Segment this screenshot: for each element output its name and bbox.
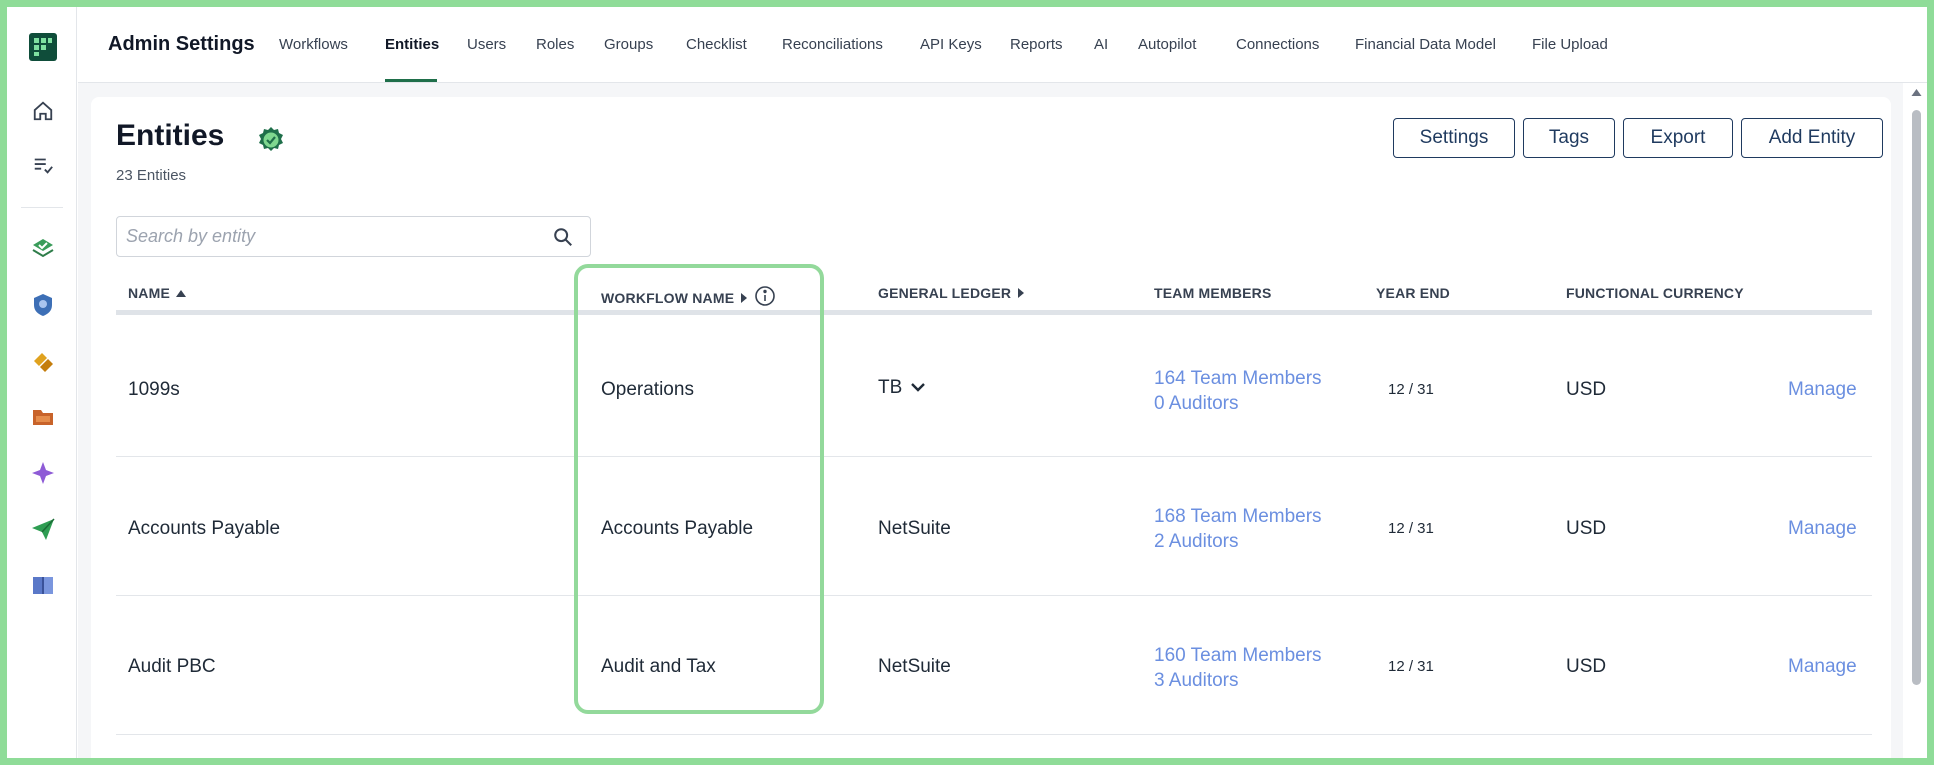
home-icon[interactable] xyxy=(29,97,57,125)
tab-file-upload[interactable]: File Upload xyxy=(1532,36,1608,53)
add-entity-button[interactable]: Add Entity xyxy=(1741,118,1883,158)
book-icon[interactable] xyxy=(29,571,57,599)
auditors-count[interactable]: 0 Auditors xyxy=(1154,391,1322,416)
checklist-icon[interactable] xyxy=(29,151,57,179)
team-members-link[interactable]: 168 Team Members 2 Auditors xyxy=(1154,504,1322,554)
column-header-label: TEAM MEMBERS xyxy=(1154,285,1272,301)
tab-groups[interactable]: Groups xyxy=(604,36,653,53)
tab-autopilot[interactable]: Autopilot xyxy=(1138,36,1196,53)
entity-name: 1099s xyxy=(128,379,180,400)
entity-name: Accounts Payable xyxy=(128,518,281,539)
tab-users[interactable]: Users xyxy=(467,36,506,53)
table-header-divider xyxy=(116,310,1872,315)
team-members-link[interactable]: 160 Team Members 3 Auditors xyxy=(1154,643,1322,693)
column-header-workflow-name[interactable]: WORKFLOW NAME xyxy=(601,285,776,310)
column-header-year-end: YEAR END xyxy=(1376,285,1450,301)
left-sidebar xyxy=(7,7,77,758)
page-title: Entities xyxy=(116,119,225,152)
info-icon[interactable] xyxy=(754,285,776,310)
manage-link[interactable]: Manage xyxy=(1788,379,1857,401)
tab-reconciliations[interactable]: Reconciliations xyxy=(782,36,883,53)
currency-value: USD xyxy=(1566,656,1607,677)
currency-value: USD xyxy=(1566,518,1607,539)
column-header-label: GENERAL LEDGER xyxy=(878,285,1012,301)
tab-reports[interactable]: Reports xyxy=(1010,36,1063,53)
workflow-name: Accounts Payable xyxy=(601,518,754,539)
active-tab-indicator xyxy=(385,79,437,82)
scrollbar-thumb[interactable] xyxy=(1912,110,1921,685)
scroll-up-arrow-icon[interactable] xyxy=(1911,88,1922,98)
search-icon[interactable] xyxy=(552,226,574,253)
workflow-name: Audit and Tax xyxy=(601,656,716,677)
general-ledger-value: NetSuite xyxy=(878,656,951,677)
tab-roles[interactable]: Roles xyxy=(536,36,574,53)
column-header-label: FUNCTIONAL CURRENCY xyxy=(1566,285,1744,301)
tab-workflows[interactable]: Workflows xyxy=(279,36,348,53)
row-divider xyxy=(116,595,1872,596)
general-ledger-value: TB xyxy=(878,377,903,398)
chevron-down-icon[interactable] xyxy=(910,377,926,399)
entity-name: Audit PBC xyxy=(128,656,216,677)
manage-link[interactable]: Manage xyxy=(1788,656,1857,678)
row-divider xyxy=(116,456,1872,457)
general-ledger-dropdown[interactable]: TB xyxy=(878,377,926,399)
tab-entities[interactable]: Entities xyxy=(385,36,439,53)
column-header-label: YEAR END xyxy=(1376,285,1450,301)
top-navigation: Admin Settings Workflows Entities Users … xyxy=(78,7,1927,83)
export-button[interactable]: Export xyxy=(1623,118,1733,158)
year-end-value: 12 / 31 xyxy=(1388,520,1434,537)
search-input[interactable] xyxy=(117,217,537,256)
team-members-link[interactable]: 164 Team Members 0 Auditors xyxy=(1154,366,1322,416)
year-end-value: 12 / 31 xyxy=(1388,381,1434,398)
entities-card: Entities 23 Entities Settings Tags Expor… xyxy=(91,97,1891,765)
stack-check-icon[interactable] xyxy=(29,235,57,263)
tags-button[interactable]: Tags xyxy=(1523,118,1615,158)
settings-button[interactable]: Settings xyxy=(1393,118,1515,158)
link-icon[interactable] xyxy=(29,347,57,375)
caret-right-icon[interactable] xyxy=(740,290,748,306)
sort-ascending-icon[interactable] xyxy=(176,285,187,301)
folder-icon[interactable] xyxy=(29,403,57,431)
column-header-name[interactable]: NAME xyxy=(128,285,187,301)
team-members-count[interactable]: 168 Team Members xyxy=(1154,504,1322,529)
caret-right-icon[interactable] xyxy=(1017,285,1025,301)
sparkle-icon[interactable] xyxy=(29,459,57,487)
tab-api-keys[interactable]: API Keys xyxy=(920,36,982,53)
row-divider xyxy=(116,734,1872,735)
main-content: Entities 23 Entities Settings Tags Expor… xyxy=(78,83,1903,765)
column-header-functional-currency: FUNCTIONAL CURRENCY xyxy=(1566,285,1744,301)
verified-badge-icon xyxy=(256,125,286,155)
currency-value: USD xyxy=(1566,379,1607,400)
shield-badge-icon[interactable] xyxy=(29,291,57,319)
tab-ai[interactable]: AI xyxy=(1094,36,1108,53)
column-header-label: WORKFLOW NAME xyxy=(601,289,735,306)
manage-link[interactable]: Manage xyxy=(1788,518,1857,540)
app-title: Admin Settings xyxy=(108,33,255,55)
year-end-value: 12 / 31 xyxy=(1388,658,1434,675)
auditors-count[interactable]: 3 Auditors xyxy=(1154,668,1322,693)
column-header-label: NAME xyxy=(128,285,171,301)
tab-checklist[interactable]: Checklist xyxy=(686,36,747,53)
team-members-count[interactable]: 164 Team Members xyxy=(1154,366,1322,391)
team-members-count[interactable]: 160 Team Members xyxy=(1154,643,1322,668)
tab-connections[interactable]: Connections xyxy=(1236,36,1319,53)
search-box xyxy=(116,216,591,257)
tab-financial-data-model[interactable]: Financial Data Model xyxy=(1355,36,1496,53)
general-ledger-value: NetSuite xyxy=(878,518,951,539)
app-logo-icon[interactable] xyxy=(29,33,57,61)
vertical-scrollbar[interactable] xyxy=(1910,88,1922,753)
paper-plane-icon[interactable] xyxy=(29,515,57,543)
sidebar-divider xyxy=(21,207,63,208)
entity-count: 23 Entities xyxy=(116,167,187,184)
column-header-general-ledger[interactable]: GENERAL LEDGER xyxy=(878,285,1025,301)
column-header-team-members: TEAM MEMBERS xyxy=(1154,285,1272,301)
auditors-count[interactable]: 2 Auditors xyxy=(1154,529,1322,554)
workflow-name: Operations xyxy=(601,379,694,400)
